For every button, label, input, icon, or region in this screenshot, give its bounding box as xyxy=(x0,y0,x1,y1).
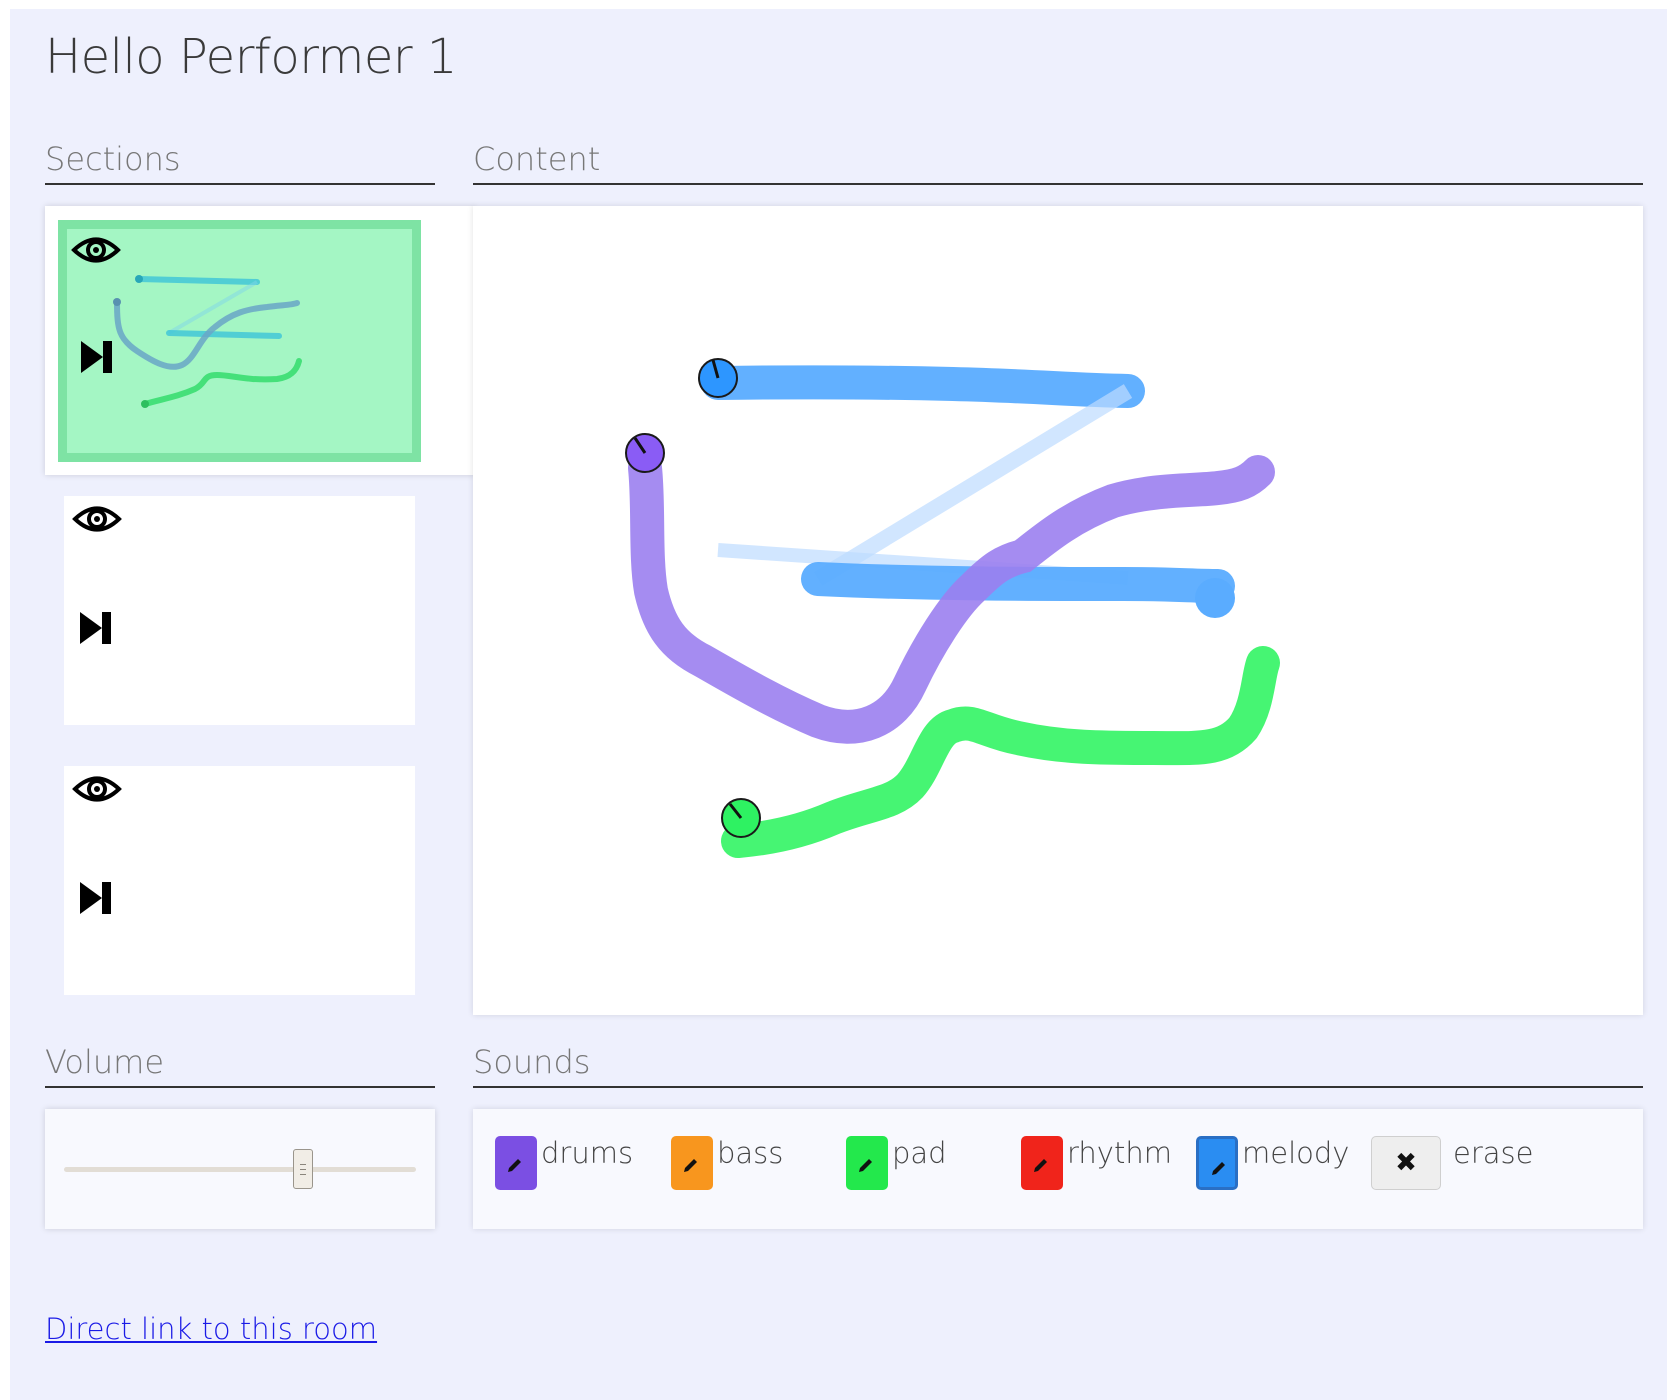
pencil-icon xyxy=(1212,1162,1225,1175)
sounds-panel: drums bass pad rhythm melody ✖ erase xyxy=(473,1109,1643,1229)
pencil-icon xyxy=(684,1159,697,1172)
pad-color-swatch[interactable] xyxy=(846,1136,888,1190)
melody-start-knob[interactable] xyxy=(698,358,738,398)
close-icon: ✖ xyxy=(1395,1148,1417,1178)
pencil-icon xyxy=(508,1159,521,1172)
sound-label: drums xyxy=(541,1136,634,1170)
page-title: Hello Performer 1 xyxy=(45,29,457,85)
section-card-1[interactable] xyxy=(58,220,421,462)
bass-color-swatch[interactable] xyxy=(671,1136,713,1190)
sound-button-drums[interactable]: drums xyxy=(495,1136,633,1190)
eye-icon[interactable] xyxy=(72,772,122,806)
sound-button-bass[interactable]: bass xyxy=(671,1136,783,1190)
eye-icon[interactable] xyxy=(71,233,121,267)
skip-forward-icon[interactable] xyxy=(78,880,114,916)
volume-heading: Volume xyxy=(45,1042,435,1088)
content-canvas[interactable] xyxy=(473,206,1643,1015)
melody-color-swatch[interactable] xyxy=(1196,1136,1238,1190)
sound-label: pad xyxy=(892,1136,947,1170)
volume-slider-handle[interactable] xyxy=(293,1149,314,1189)
erase-swatch[interactable]: ✖ xyxy=(1371,1136,1441,1190)
sounds-heading: Sounds xyxy=(473,1042,1643,1088)
sound-label: erase xyxy=(1453,1136,1534,1170)
section-card-3[interactable] xyxy=(64,766,415,995)
drums-start-knob[interactable] xyxy=(625,433,665,473)
sound-label: melody xyxy=(1242,1136,1350,1170)
eye-icon[interactable] xyxy=(72,502,122,536)
sound-button-pad[interactable]: pad xyxy=(846,1136,947,1190)
sound-button-rhythm[interactable]: rhythm xyxy=(1021,1136,1172,1190)
pad-start-knob[interactable] xyxy=(721,798,761,838)
volume-panel xyxy=(45,1109,435,1229)
melody-stroke[interactable] xyxy=(813,384,1133,586)
content-drawing[interactable] xyxy=(473,206,1643,1015)
melody-stroke[interactable] xyxy=(701,365,1145,408)
sound-button-melody[interactable]: melody xyxy=(1196,1136,1349,1190)
melody-stroke[interactable] xyxy=(801,562,1235,603)
content-heading: Content xyxy=(473,139,1643,185)
section-thumbnail-drawing xyxy=(113,275,302,408)
volume-slider-track[interactable] xyxy=(64,1167,416,1172)
direct-room-link[interactable]: Direct link to this room xyxy=(45,1312,377,1346)
sound-button-erase[interactable]: ✖ erase xyxy=(1371,1136,1534,1190)
pencil-icon xyxy=(859,1159,872,1172)
pad-stroke[interactable] xyxy=(721,646,1280,858)
skip-forward-icon[interactable] xyxy=(78,610,114,646)
section-card-2[interactable] xyxy=(64,496,415,725)
drums-color-swatch[interactable] xyxy=(495,1136,537,1190)
sections-heading: Sections xyxy=(45,139,435,185)
app-page: Hello Performer 1 Sections Content Volum… xyxy=(10,9,1667,1400)
sound-label: rhythm xyxy=(1067,1136,1172,1170)
pencil-icon xyxy=(1034,1159,1047,1172)
sound-label: bass xyxy=(717,1136,784,1170)
rhythm-color-swatch[interactable] xyxy=(1021,1136,1063,1190)
